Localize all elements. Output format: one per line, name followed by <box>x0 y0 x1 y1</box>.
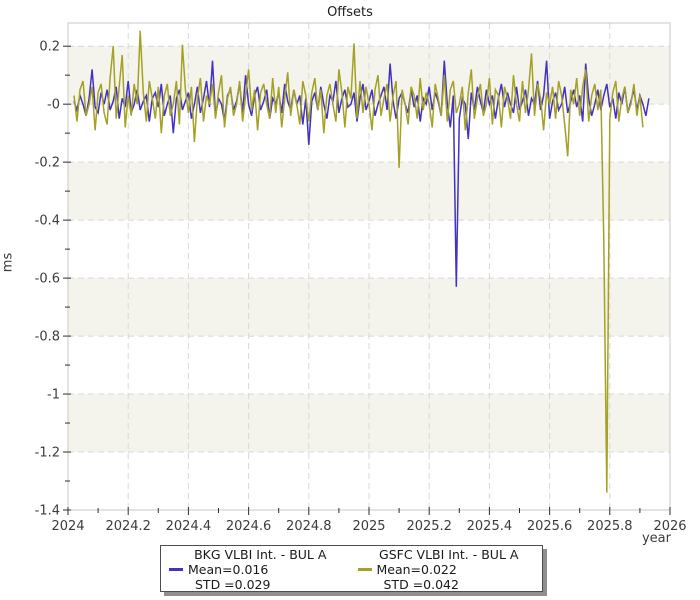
y-tick-label: -1.2 <box>35 446 60 461</box>
x-tick-label: 2025.6 <box>527 519 573 534</box>
x-axis-label: year <box>571 531 671 546</box>
x-tick-label: 2024.4 <box>166 519 212 534</box>
x-tick-label: 2025 <box>352 519 385 534</box>
legend-std-value: STD =0.042 <box>384 577 459 592</box>
y-tick-label: -0.2 <box>35 156 60 171</box>
y-tick-label: -0.8 <box>35 330 60 345</box>
offsets-figure: Offsets ms 20242024.22024.42024.62024.82… <box>0 0 700 600</box>
legend: BKG VLBI Int. - BUL A Mean=0.016 STD =0.… <box>160 545 543 592</box>
y-tick-label: 0.2 <box>39 40 60 55</box>
y-tick-label: -0.4 <box>35 214 60 229</box>
legend-std-value: STD =0.029 <box>195 577 270 592</box>
legend-mean-value: Mean=0.022 <box>377 562 457 577</box>
legend-entry-gsfc: GSFC VLBI Int. - BUL A Mean=0.022 STD =0… <box>352 547 541 592</box>
series-line-swatch <box>358 568 372 571</box>
legend-mean-value: Mean=0.016 <box>188 562 268 577</box>
y-tick-label: -1.4 <box>35 504 60 519</box>
series-line-swatch <box>169 568 183 571</box>
legend-entry-bkg: BKG VLBI Int. - BUL A Mean=0.016 STD =0.… <box>163 547 352 592</box>
x-tick-label: 2025.2 <box>406 519 452 534</box>
y-tick-label: -0.6 <box>35 272 60 287</box>
y-tick-label: -1 <box>47 388 60 403</box>
legend-series-name: BKG VLBI Int. - BUL A <box>169 547 352 562</box>
y-tick-label: -0 <box>47 98 60 113</box>
legend-series-name: GSFC VLBI Int. - BUL A <box>358 547 541 562</box>
x-tick-label: 2025.4 <box>467 519 513 534</box>
x-tick-label: 2024.8 <box>286 519 332 534</box>
plot-area: 2024 2024.2 2024.4 2024.6 2024.8 2025 2025.2 20… <box>0 0 700 600</box>
x-tick-label: 2024 <box>51 519 84 534</box>
x-tick-label: 2024.2 <box>105 519 151 534</box>
shaded-band <box>68 162 670 220</box>
x-tick-label: 2024.6 <box>226 519 272 534</box>
